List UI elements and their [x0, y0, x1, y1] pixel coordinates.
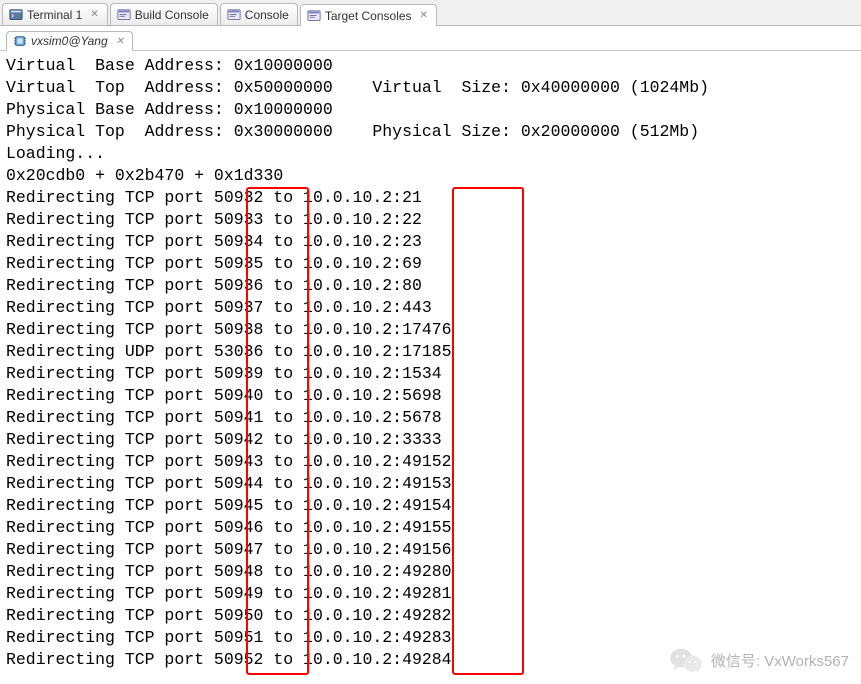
redirect-line: Redirecting TCP port 50944 to 10.0.10.2:…	[6, 473, 855, 495]
console-output[interactable]: Virtual Base Address: 0x10000000Virtual …	[0, 51, 861, 675]
tab-terminal-1[interactable]: Terminal 1 ✕	[2, 3, 108, 25]
terminal-icon	[9, 8, 23, 22]
console-line: Loading...	[6, 143, 855, 165]
redirect-line: Redirecting TCP port 50935 to 10.0.10.2:…	[6, 253, 855, 275]
redirect-line: Redirecting TCP port 50943 to 10.0.10.2:…	[6, 451, 855, 473]
chip-icon	[13, 34, 27, 48]
console-line: 0x20cdb0 + 0x2b470 + 0x1d330	[6, 165, 855, 187]
subtab-vxsim0[interactable]: vxsim0@Yang ✕	[6, 31, 133, 51]
tab-strip: Terminal 1 ✕ Build Console Console Targe…	[0, 0, 861, 26]
redirect-line: Redirecting TCP port 50937 to 10.0.10.2:…	[6, 297, 855, 319]
tab-console[interactable]: Console	[220, 3, 298, 25]
redirect-line: Redirecting TCP port 50947 to 10.0.10.2:…	[6, 539, 855, 561]
redirect-line: Redirecting TCP port 50950 to 10.0.10.2:…	[6, 605, 855, 627]
console-icon	[227, 8, 241, 22]
console-icon	[117, 8, 131, 22]
tab-label: Build Console	[135, 8, 209, 22]
subtab-strip: vxsim0@Yang ✕	[0, 26, 861, 51]
redirect-line: Redirecting TCP port 50932 to 10.0.10.2:…	[6, 187, 855, 209]
console-line: Physical Top Address: 0x30000000 Physica…	[6, 121, 855, 143]
redirect-line: Redirecting TCP port 50945 to 10.0.10.2:…	[6, 495, 855, 517]
redirect-line: Redirecting TCP port 50940 to 10.0.10.2:…	[6, 385, 855, 407]
tab-label: Target Consoles	[325, 9, 412, 23]
redirect-line: Redirecting TCP port 50933 to 10.0.10.2:…	[6, 209, 855, 231]
tab-build-console[interactable]: Build Console	[110, 3, 218, 25]
console-line: Virtual Top Address: 0x50000000 Virtual …	[6, 77, 855, 99]
close-icon[interactable]: ✕	[420, 10, 428, 21]
redirect-line: Redirecting TCP port 50939 to 10.0.10.2:…	[6, 363, 855, 385]
close-icon[interactable]: ✕	[116, 36, 124, 47]
redirect-line: Redirecting TCP port 50949 to 10.0.10.2:…	[6, 583, 855, 605]
tab-target-consoles[interactable]: Target Consoles ✕	[300, 4, 437, 26]
console-icon	[307, 9, 321, 23]
redirect-line: Redirecting TCP port 50942 to 10.0.10.2:…	[6, 429, 855, 451]
close-icon[interactable]: ✕	[90, 9, 98, 20]
console-line: Physical Base Address: 0x10000000	[6, 99, 855, 121]
redirect-line: Redirecting TCP port 50934 to 10.0.10.2:…	[6, 231, 855, 253]
wechat-icon	[669, 646, 703, 674]
redirect-line: Redirecting TCP port 50938 to 10.0.10.2:…	[6, 319, 855, 341]
console-line: Virtual Base Address: 0x10000000	[6, 55, 855, 77]
tab-label: Terminal 1	[27, 8, 82, 22]
redirect-line: Redirecting UDP port 53036 to 10.0.10.2:…	[6, 341, 855, 363]
redirect-line: Redirecting TCP port 50946 to 10.0.10.2:…	[6, 517, 855, 539]
subtab-label: vxsim0@Yang	[31, 34, 108, 48]
watermark: 微信号: VxWorks567	[669, 646, 849, 674]
watermark-text: 微信号: VxWorks567	[711, 650, 849, 671]
redirect-line: Redirecting TCP port 50948 to 10.0.10.2:…	[6, 561, 855, 583]
redirect-line: Redirecting TCP port 50941 to 10.0.10.2:…	[6, 407, 855, 429]
tab-label: Console	[245, 8, 289, 22]
redirect-line: Redirecting TCP port 50936 to 10.0.10.2:…	[6, 275, 855, 297]
